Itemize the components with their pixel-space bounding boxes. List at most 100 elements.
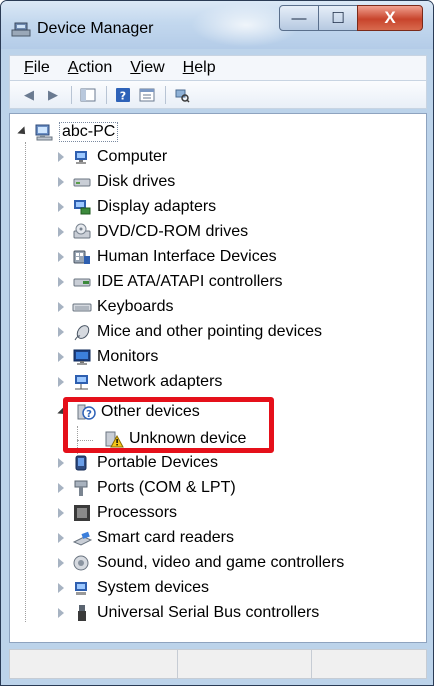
tree-item-label: Sound, video and game controllers [97,554,345,571]
expand-arrow-icon[interactable] [58,352,64,362]
menu-action[interactable]: Action [68,59,112,77]
expand-arrow-icon[interactable] [58,177,64,187]
forward-arrow-icon: ▶ [48,86,58,102]
toolbar-separator [71,85,72,104]
tree-item-usb-controllers[interactable]: Universal Serial Bus controllers [58,601,319,625]
expand-arrow-icon[interactable] [58,508,64,518]
tree-item-computer[interactable]: Computer [58,145,167,169]
tree-item-mice[interactable]: Mice and other pointing devices [58,320,322,344]
tree-item-portable-devices[interactable]: Portable Devices [58,451,218,475]
hid-icon [73,250,90,264]
forward-button[interactable]: ▶ [42,85,64,105]
toolbar-separator [106,85,107,104]
usb-icon [78,605,86,621]
tree-item-label: System devices [97,579,210,596]
tree-item-label: Portable Devices [97,454,218,471]
tree-item-human-interface-devices[interactable]: Human Interface Devices [58,245,277,269]
status-section [10,650,178,678]
expand-arrow-icon[interactable] [58,202,64,212]
menu-file[interactable]: File [24,59,50,77]
expand-arrow-icon[interactable] [58,327,64,337]
expand-arrow-icon[interactable] [58,583,64,593]
expand-arrow-icon[interactable] [58,252,64,262]
minimize-button[interactable]: — [279,5,319,31]
maximize-icon: ☐ [331,10,345,27]
status-section [312,650,426,678]
expand-arrow-icon[interactable] [58,227,64,237]
tree-item-label: Mice and other pointing devices [97,323,323,340]
tree-item-smart-card-readers[interactable]: Smart card readers [58,526,234,550]
title-bar[interactable]: Device Manager — ☐ X [1,1,433,49]
tree-item-label: Smart card readers [97,529,234,546]
smart-card-icon [72,531,92,546]
processor-icon [74,505,90,521]
console-tree-icon [80,88,96,101]
disk-drive-icon [73,178,91,187]
tree-item-monitors[interactable]: Monitors [58,345,158,369]
device-manager-icon [11,22,31,37]
tree-item-label: DVD/CD-ROM drives [97,223,249,240]
tree-item-label: Computer [97,148,168,165]
display-adapter-icon [74,200,91,215]
expand-arrow-icon[interactable] [58,608,64,618]
root-label: abc-PC [59,122,119,142]
expand-arrow-icon[interactable] [58,302,64,312]
monitor-icon [73,349,91,365]
properties-icon [139,88,155,101]
device-manager-window: Device Manager — ☐ X File Action View He… [0,0,434,686]
tree-item-keyboards[interactable]: Keyboards [58,295,174,319]
network-adapter-icon [75,375,88,390]
status-section [178,650,312,678]
expand-arrow-icon[interactable] [58,483,64,493]
computer-icon [75,151,87,164]
tree-item-network-adapters[interactable]: Network adapters [58,370,222,394]
expand-arrow-icon[interactable] [58,277,64,287]
tree-item-label: Processors [97,504,178,521]
svg-text:?: ? [120,89,126,102]
expand-arrow-icon[interactable] [58,458,64,468]
mouse-icon [74,325,90,341]
sound-icon [73,555,89,571]
menu-bar: File Action View Help [9,55,427,81]
expand-arrow-icon[interactable] [58,152,64,162]
toolbar-separator [165,85,166,104]
tree-item-label: Monitors [97,348,159,365]
tree-guide-line [25,142,26,622]
tree-item-ide-ata-atapi-controllers[interactable]: IDE ATA/ATAPI controllers [58,270,283,294]
tree-item-label: Network adapters [97,373,223,390]
expand-arrow-icon[interactable] [58,558,64,568]
system-device-icon [75,582,87,595]
tree-item-display-adapters[interactable]: Display adapters [58,195,216,219]
tree-item-disk-drives[interactable]: Disk drives [58,170,175,194]
properties-button[interactable] [136,85,158,105]
tree-root[interactable]: abc-PC [17,120,119,144]
help-button[interactable]: ? [112,85,134,105]
ide-controller-icon [73,278,91,287]
tree-item-dvd-cd-rom-drives[interactable]: DVD/CD-ROM drives [58,220,248,244]
tree-item-system-devices[interactable]: System devices [58,576,209,600]
help-icon: ? [116,87,130,102]
tree-item-processors[interactable]: Processors [58,501,177,525]
toolbar: ◀ ▶ ? [9,81,427,109]
scan-hardware-icon [175,89,190,103]
minimize-icon: — [291,9,307,27]
menu-view[interactable]: View [130,59,164,77]
expand-arrow-icon[interactable] [58,377,64,387]
tree-item-label: Keyboards [97,298,174,315]
collapse-arrow-icon[interactable] [17,126,29,138]
menu-help[interactable]: Help [183,59,216,77]
window-title: Device Manager [37,20,154,37]
back-button[interactable]: ◀ [18,85,40,105]
keyboard-icon [72,303,92,312]
scan-hardware-changes-button[interactable] [171,85,193,105]
status-bar [9,649,427,679]
tree-item-label: Disk drives [97,173,176,190]
tree-item-sound-video-game[interactable]: Sound, video and game controllers [58,551,344,575]
expand-arrow-icon[interactable] [58,533,64,543]
show-hide-console-tree-button[interactable] [77,85,99,105]
tree-item-ports[interactable]: Ports (COM & LPT) [58,476,236,500]
tree-item-label: Display adapters [97,198,217,215]
close-button[interactable]: X [357,5,423,31]
maximize-button[interactable]: ☐ [318,5,358,31]
device-tree: abc-PC Computer Disk drives Display adap… [9,113,427,643]
